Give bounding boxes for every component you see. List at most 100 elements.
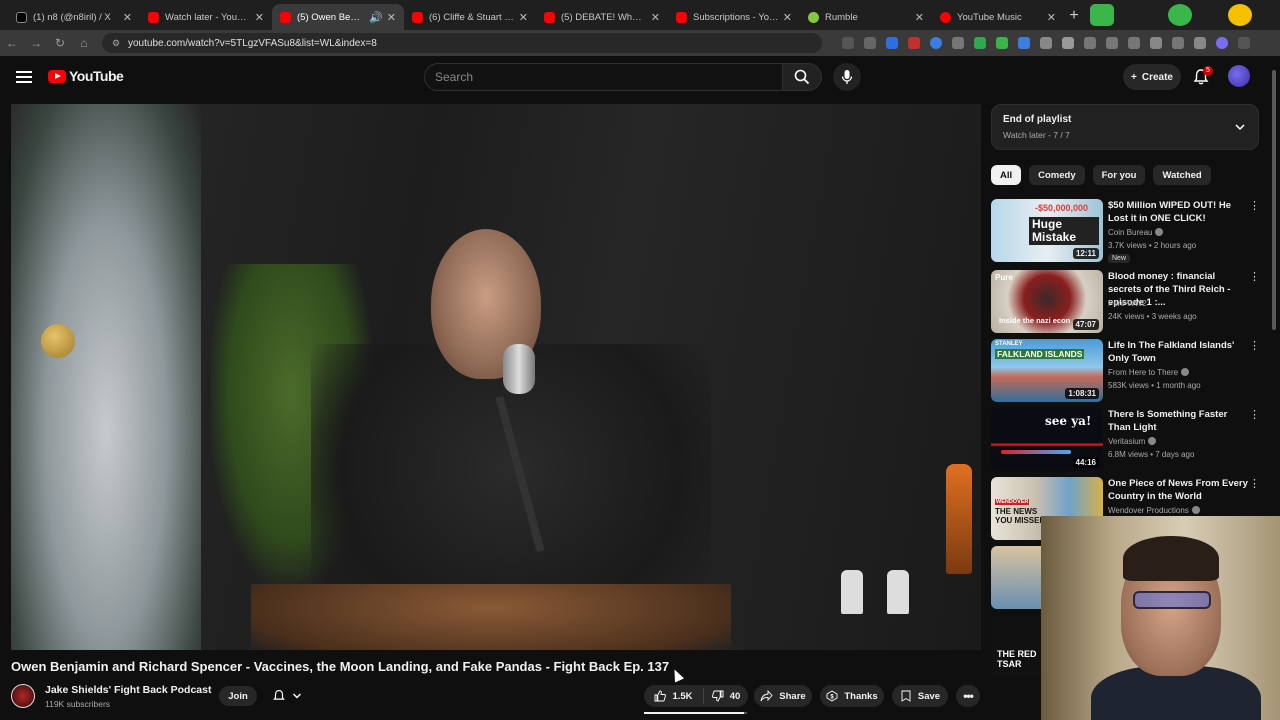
like-ratio-bar (644, 712, 747, 714)
more-vertical-icon[interactable]: ⋮ (1249, 270, 1260, 283)
video-thumbnail[interactable]: -$50,000,000 Huge Mistake 12:11 (991, 199, 1103, 262)
bookmark-star-icon[interactable] (864, 37, 876, 49)
close-icon[interactable]: ✕ (783, 11, 792, 24)
create-button[interactable]: + Create (1123, 64, 1181, 90)
recommendation-channel: Coin Bureau (1108, 228, 1164, 237)
new-tab-button[interactable]: + (1064, 4, 1084, 30)
address-bar[interactable]: ⚙ youtube.com/watch?v=5TLgzVFASu8&list=WL… (102, 33, 822, 53)
thumbnail-subtext: Pure (995, 273, 1013, 282)
account-avatar[interactable] (1228, 65, 1250, 87)
video-player[interactable] (11, 104, 981, 650)
more-actions-button[interactable]: ••• (956, 685, 980, 707)
video-thumbnail[interactable]: see ya! 44:16 (991, 408, 1103, 471)
site-info-icon[interactable]: ⚙ (112, 38, 122, 48)
browser-tab[interactable]: Watch later - YouTube ✕ (140, 4, 272, 30)
extension-icon[interactable] (1168, 4, 1192, 26)
like-ratio-fill (644, 712, 744, 714)
video-thumbnail-partial[interactable] (991, 546, 1041, 609)
extension-icon[interactable] (952, 37, 964, 49)
chip-for-you[interactable]: For you (1092, 165, 1146, 185)
profile-icon[interactable] (1216, 37, 1228, 49)
channel-name[interactable]: Jake Shields' Fight Back Podcast (45, 684, 211, 696)
install-icon[interactable] (842, 37, 854, 49)
save-button[interactable]: Save (892, 685, 948, 707)
extension-icon[interactable] (886, 37, 898, 49)
extension-icon[interactable] (1018, 37, 1030, 49)
like-button[interactable]: 1.5K (644, 688, 704, 704)
search-button[interactable] (782, 63, 822, 91)
thumbnail-light-streak (1001, 450, 1071, 454)
filter-chips: All Comedy For you Watched (991, 165, 1211, 185)
extension-icon[interactable] (1172, 37, 1184, 49)
puzzle-icon[interactable] (1062, 37, 1074, 49)
close-icon[interactable]: ✕ (915, 11, 924, 24)
extension-icon[interactable] (908, 37, 920, 49)
share-button[interactable]: Share (754, 685, 812, 707)
subscribed-notification-button[interactable] (266, 686, 312, 706)
extension-icon[interactable] (1228, 4, 1252, 26)
notification-count-badge: 5 (1203, 66, 1213, 76)
more-vertical-icon[interactable]: ⋮ (1249, 408, 1260, 421)
thanks-button[interactable]: $ Thanks (820, 685, 884, 707)
close-icon[interactable]: ✕ (519, 11, 528, 24)
more-vertical-icon[interactable]: ⋮ (1249, 339, 1260, 352)
extension-icon[interactable] (1090, 4, 1114, 26)
extension-icon[interactable] (1106, 37, 1118, 49)
speaker-icon[interactable]: 🔊 (369, 11, 383, 24)
thumbs-up-icon (655, 690, 667, 702)
search-input[interactable]: Search (424, 63, 783, 91)
browser-tab[interactable]: (6) Cliffe & Stuart Knech ✕ (404, 4, 536, 30)
recommendation-item[interactable]: STANLEY FALKLAND ISLANDS 1:08:31 Life In… (991, 339, 1261, 403)
close-icon[interactable]: ✕ (1047, 11, 1056, 24)
browser-tab[interactable]: Subscriptions - YouTube ✕ (668, 4, 800, 30)
browser-tab-active[interactable]: (5) Owen Benjamin 🔊 ✕ (272, 4, 404, 30)
extension-icon[interactable] (1040, 37, 1052, 49)
chip-comedy[interactable]: Comedy (1029, 165, 1085, 185)
recommendation-item[interactable]: see ya! 44:16 There Is Something Faster … (991, 408, 1261, 472)
home-icon[interactable]: ⌂ (72, 36, 96, 50)
video-thumbnail-partial[interactable]: THE RED TSAR (991, 615, 1041, 678)
back-icon[interactable]: ← (0, 36, 24, 50)
extension-icon[interactable] (1194, 37, 1206, 49)
browser-tab[interactable]: YouTube Music ✕ (932, 4, 1064, 30)
forward-icon[interactable]: → (24, 36, 48, 50)
extension-icon[interactable] (996, 37, 1008, 49)
close-icon[interactable]: ✕ (387, 11, 396, 24)
chip-watched[interactable]: Watched (1153, 165, 1211, 185)
join-button[interactable]: Join (219, 686, 257, 706)
code-icon[interactable] (1128, 37, 1140, 49)
close-icon[interactable]: ✕ (255, 11, 264, 24)
close-icon[interactable]: ✕ (123, 11, 132, 24)
more-vertical-icon[interactable]: ⋮ (1249, 199, 1260, 212)
browser-tab[interactable]: Rumble ✕ (800, 4, 932, 30)
chip-all[interactable]: All (991, 165, 1022, 185)
video-thumbnail[interactable]: STANLEY FALKLAND ISLANDS 1:08:31 (991, 339, 1103, 402)
chevron-down-icon[interactable] (1234, 121, 1246, 133)
channel-avatar[interactable] (11, 684, 35, 708)
playlist-panel-header[interactable]: End of playlist Watch later - 7 / 7 (991, 104, 1259, 150)
extension-icon[interactable] (974, 37, 986, 49)
menu-dots-icon[interactable] (1238, 37, 1250, 49)
reload-icon[interactable]: ↻ (48, 36, 72, 50)
recommendation-item[interactable]: Pure Inside the nazi econ 47:07 Blood mo… (991, 270, 1261, 334)
more-vertical-icon[interactable]: ⋮ (1249, 477, 1260, 490)
voice-search-button[interactable] (833, 63, 861, 91)
thumbnail-text: THE RED TSAR (997, 649, 1037, 669)
video-thumbnail[interactable]: Pure Inside the nazi econ 47:07 (991, 270, 1103, 333)
video-duration: 47:07 (1072, 319, 1099, 330)
video-frame-ornament (41, 324, 75, 358)
close-icon[interactable]: ✕ (651, 11, 660, 24)
dislike-button[interactable]: 40 (704, 690, 748, 702)
hamburger-menu-icon[interactable] (14, 68, 34, 88)
recommendation-item[interactable]: -$50,000,000 Huge Mistake 12:11 $50 Mill… (991, 199, 1261, 263)
youtube-logo[interactable]: YouTube (48, 68, 124, 84)
thanks-icon: $ (826, 690, 838, 702)
history-icon[interactable] (1084, 37, 1096, 49)
extension-icon[interactable] (1150, 37, 1162, 49)
browser-tab[interactable]: (5) DEBATE! Who Are th ✕ (536, 4, 668, 30)
extension-icon[interactable] (930, 37, 942, 49)
thumbnail-subtext: STANLEY (995, 341, 1023, 347)
browser-tab[interactable]: (1) n8 (@n8iril) / X ✕ (8, 4, 140, 30)
page-scrollbar[interactable] (1271, 60, 1277, 340)
scrollbar-thumb[interactable] (1272, 70, 1276, 330)
